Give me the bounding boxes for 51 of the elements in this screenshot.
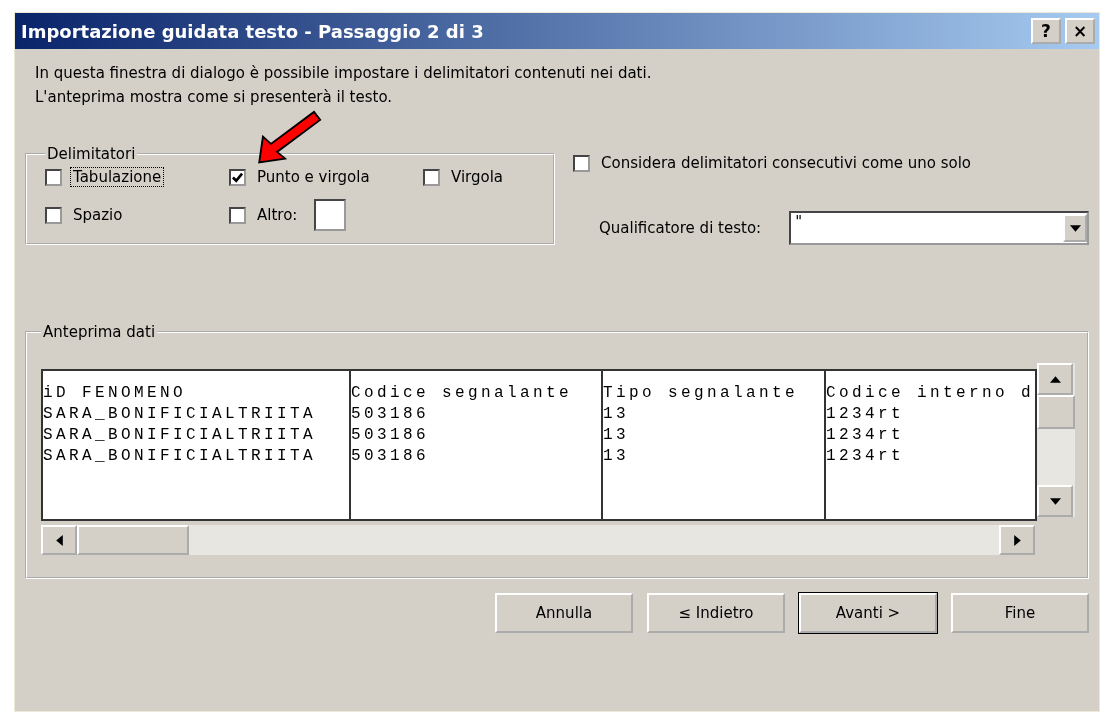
close-button[interactable]: × — [1065, 18, 1095, 44]
checkbox[interactable] — [423, 168, 440, 186]
table-cell-text: 503186 — [351, 425, 430, 446]
table-cell-text: Codice segnalante — [351, 383, 574, 404]
table-cell: Codice interno d — [826, 383, 1035, 404]
table-cell-text: iD FENOMENO — [43, 383, 188, 404]
table-cell-text: 13 — [603, 404, 630, 425]
table-cell-text: 13 — [603, 425, 630, 446]
group-legend: Delimitatori — [45, 145, 138, 163]
description-text: In questa finestra di dialogo è possibile impostare i delimitatori contenuti nei dati. — [35, 63, 653, 84]
arrow-drawing — [258, 109, 322, 164]
checkbox[interactable] — [229, 168, 246, 186]
vertical-scrollbar[interactable] — [1037, 363, 1075, 517]
checkbox-label[interactable]: Altro: — [254, 205, 301, 225]
table-cell-text: 503186 — [351, 404, 430, 425]
table-cell-text: SARA_BONIFICIALTRIITA — [43, 404, 318, 425]
checkbox-label[interactable]: Spazio — [70, 205, 126, 225]
table-cell-text: 1234rt — [826, 404, 905, 425]
horizontal-scrollbar[interactable] — [41, 525, 1035, 555]
wizard-button[interactable]: Avanti > — [799, 593, 937, 633]
table-cell-text: 1234rt — [826, 446, 905, 467]
table-cell-text: 1234rt — [826, 425, 905, 446]
checkbox-label[interactable]: Tabulazione — [70, 167, 165, 187]
checkbox-label[interactable]: Punto e virgola — [254, 167, 373, 187]
table-cell-text: 13 — [603, 446, 630, 467]
help-button[interactable]: ? — [1031, 18, 1061, 44]
table-cell-text: SARA_BONIFICIALTRIITA — [43, 446, 318, 467]
description-text: L'anteprima mostra come si presenterà il testo. — [35, 87, 394, 108]
group-legend: Anteprima dati — [41, 323, 158, 341]
checkbox[interactable] — [45, 206, 62, 224]
scroll-right-icon[interactable] — [999, 525, 1035, 555]
table-cell-text: 503186 — [351, 446, 430, 467]
checkbox-label[interactable]: Virgola — [448, 167, 507, 187]
checkbox[interactable] — [573, 154, 590, 172]
scroll-down-icon[interactable] — [1037, 485, 1073, 517]
checkbox[interactable] — [45, 168, 62, 186]
wizard-button[interactable]: ≤ Indietro — [647, 593, 785, 633]
scroll-thumb[interactable] — [77, 525, 189, 555]
wizard-button[interactable]: Annulla — [495, 593, 633, 633]
wizard-button[interactable]: Fine — [951, 593, 1089, 633]
text-qualifier-label: Qualificatore di testo: — [599, 219, 762, 237]
checkbox[interactable] — [229, 206, 246, 224]
scroll-left-icon[interactable] — [41, 525, 77, 555]
table-cell-text: Tipo segnalante — [603, 383, 800, 404]
table-cell-text: SARA_BONIFICIALTRIITA — [43, 425, 318, 446]
window-title: Importazione guidata testo - Passaggio 2 di 3 — [21, 20, 484, 42]
checkbox-label[interactable]: Considera delimitatori consecutivi come uno solo — [598, 153, 975, 173]
text-qualifier-dropdown[interactable]: " — [789, 211, 1089, 245]
scroll-thumb[interactable] — [1037, 395, 1075, 429]
other-delimiter-field[interactable] — [314, 199, 347, 231]
scroll-up-icon[interactable] — [1037, 363, 1073, 395]
